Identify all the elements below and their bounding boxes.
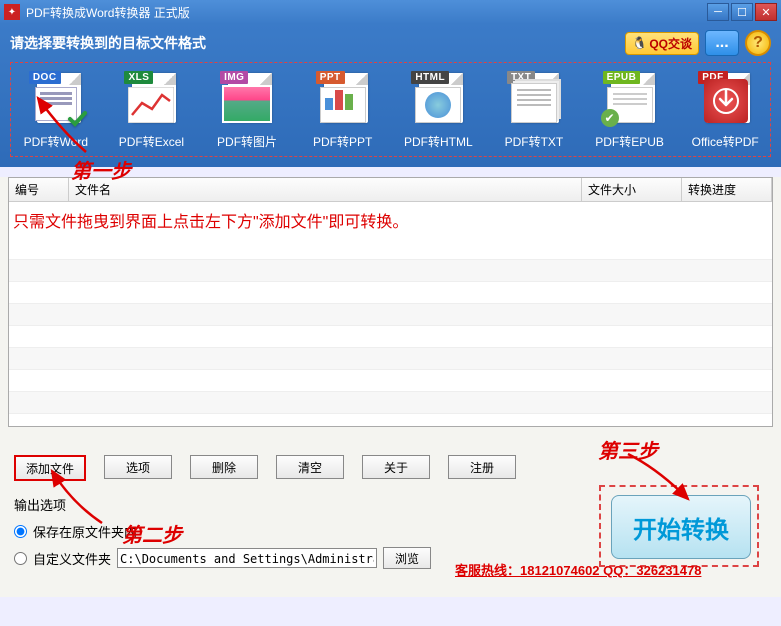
table-row — [9, 414, 772, 427]
format-label: PDF转图片 — [217, 133, 277, 150]
col-size[interactable]: 文件大小 — [582, 178, 682, 201]
table-row — [9, 282, 772, 304]
format-label: PDF转Excel — [119, 133, 184, 150]
chat-button[interactable]: ... — [705, 30, 739, 56]
format-ppt[interactable]: PPTPDF转PPT — [304, 69, 382, 150]
col-num[interactable]: 编号 — [9, 178, 69, 201]
delete-button[interactable]: 删除 — [190, 455, 258, 479]
titlebar: ✦ PDF转换成Word转换器 正式版 ─ ☐ ✕ — [0, 0, 781, 24]
table-row — [9, 326, 772, 348]
save-original-radio[interactable] — [14, 525, 27, 538]
hotline-label[interactable]: 客服热线：18121074602 QQ：326231478 — [455, 560, 701, 579]
window-title: PDF转换成Word转换器 正式版 — [26, 4, 707, 21]
col-name[interactable]: 文件名 — [69, 178, 582, 201]
help-button[interactable]: ? — [745, 30, 771, 56]
format-epub[interactable]: EPUB✔PDF转EPUB — [591, 69, 669, 150]
minimize-button[interactable]: ─ — [707, 3, 729, 21]
clear-button[interactable]: 清空 — [276, 455, 344, 479]
custom-folder-label[interactable]: 自定义文件夹 — [33, 549, 111, 568]
maximize-button[interactable]: ☐ — [731, 3, 753, 21]
qq-chat-button[interactable]: 🐧QQ交谈 — [625, 32, 699, 55]
format-label: PDF转Word — [24, 133, 88, 150]
file-table: 编号 文件名 文件大小 转换进度 只需文件拖曳到界面上点击左下方"添加文件"即可… — [8, 177, 773, 427]
add-file-button[interactable]: 添加文件 — [14, 455, 86, 481]
format-xls[interactable]: XLSPDF转Excel — [113, 69, 191, 150]
format-list: 第一步 DOCPDF转WordXLSPDF转ExcelIMGPDF转图片PPTP… — [10, 62, 771, 157]
table-row — [9, 370, 772, 392]
table-header: 编号 文件名 文件大小 转换进度 — [9, 178, 772, 202]
browse-button[interactable]: 浏览 — [383, 547, 431, 569]
format-img[interactable]: IMGPDF转图片 — [208, 69, 286, 150]
table-row — [9, 260, 772, 282]
format-prompt-label: 请选择要转换到的目标文件格式 — [10, 33, 206, 53]
format-label: PDF转PPT — [313, 133, 372, 150]
action-button-row: 添加文件 选项 删除 清空 关于 注册 — [14, 455, 767, 481]
save-original-label[interactable]: 保存在原文件夹内 — [33, 522, 137, 541]
app-icon: ✦ — [4, 4, 20, 20]
close-button[interactable]: ✕ — [755, 3, 777, 21]
about-button[interactable]: 关于 — [362, 455, 430, 479]
format-selector-panel: 请选择要转换到的目标文件格式 🐧QQ交谈 ... ? 第一步 DOCPDF转Wo… — [0, 24, 781, 167]
start-convert-button[interactable]: 开始转换 — [611, 495, 751, 559]
checkmark-icon — [67, 109, 87, 129]
table-row — [9, 304, 772, 326]
options-button[interactable]: 选项 — [104, 455, 172, 479]
format-doc[interactable]: DOCPDF转Word — [17, 69, 95, 150]
col-progress[interactable]: 转换进度 — [682, 178, 772, 201]
format-txt[interactable]: TXTPDF转TXT — [495, 69, 573, 150]
table-body[interactable]: 只需文件拖曳到界面上点击左下方"添加文件"即可转换。 — [9, 202, 772, 427]
format-label: PDF转HTML — [404, 133, 473, 150]
table-row — [9, 392, 772, 414]
format-label: PDF转TXT — [505, 133, 564, 150]
table-row — [9, 238, 772, 260]
format-label: Office转PDF — [692, 133, 759, 150]
format-label: PDF转EPUB — [595, 133, 664, 150]
format-html[interactable]: HTMLPDF转HTML — [400, 69, 478, 150]
drag-hint: 只需文件拖曳到界面上点击左下方"添加文件"即可转换。 — [9, 202, 772, 238]
path-input[interactable] — [117, 548, 377, 568]
qq-icon: 🐧 — [632, 36, 647, 50]
table-row — [9, 348, 772, 370]
window-buttons: ─ ☐ ✕ — [707, 3, 777, 21]
register-button[interactable]: 注册 — [448, 455, 516, 479]
custom-folder-radio[interactable] — [14, 552, 27, 565]
format-pdf[interactable]: PDFOffice转PDF — [686, 69, 764, 150]
